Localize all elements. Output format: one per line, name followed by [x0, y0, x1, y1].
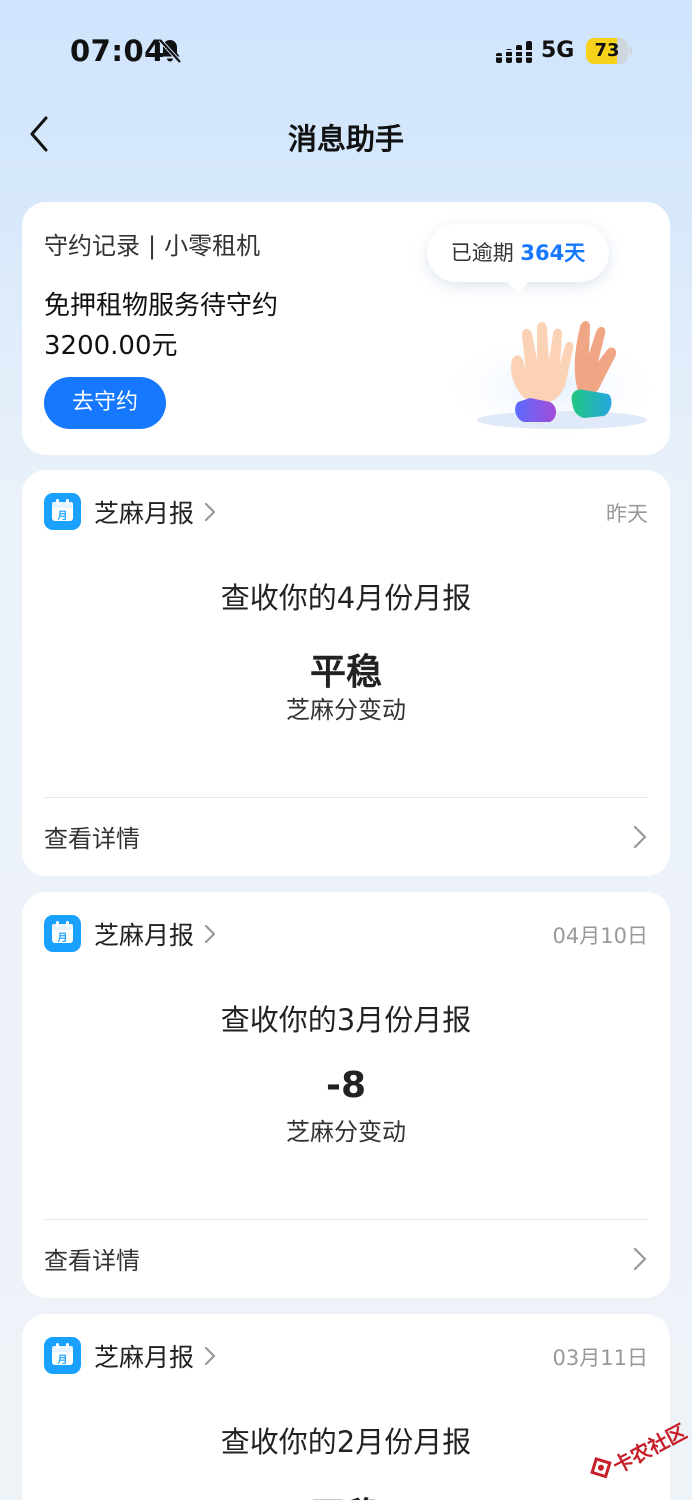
svg-text:月: 月 [57, 510, 68, 522]
report-date: 昨天 [606, 502, 648, 526]
svg-text:月: 月 [57, 1354, 68, 1366]
report-card[interactable]: 月 芝麻月报 昨天 查收你的4月份月报 平稳 芝麻分变动 查看详情 [22, 470, 670, 876]
battery-level: 73 [594, 40, 620, 61]
promise-description: 免押租物服务待守约3200.00元 [44, 291, 279, 361]
status-time: 07:04 [70, 34, 165, 68]
score-change-label: 芝麻分变动 [286, 1118, 406, 1146]
report-card[interactable]: 月 芝麻月报 04月10日 查收你的3月份月报 -8 芝麻分变动 查看详情 [22, 892, 670, 1298]
overdue-label: 已逾期 [450, 241, 514, 265]
report-header[interactable]: 月 芝麻月报 04月10日 [44, 914, 648, 954]
report-title: 查收你的2月份月报 [220, 1425, 472, 1459]
view-details-label: 查看详情 [44, 825, 140, 853]
bell-muted-icon [158, 38, 182, 64]
signal-icon [496, 41, 532, 63]
overdue-bubble: 已逾期 364天 [427, 224, 609, 293]
score-change-value: 平稳 [22, 1487, 670, 1500]
promise-record-card[interactable]: 守约记录 | 小零租机 免押租物服务待守约3200.00元 去守约 已逾期 364天 [22, 202, 670, 455]
score-change-value: -8 [326, 1065, 366, 1106]
report-title: 查收你的3月份月报 [220, 1003, 472, 1037]
network-type: 5G [541, 38, 575, 63]
calendar-icon: 月 [44, 493, 81, 530]
nav-bar: 消息助手 [0, 100, 692, 170]
calendar-icon: 月 [44, 915, 81, 952]
report-source-label[interactable]: 芝麻月报 [94, 916, 194, 952]
report-source-label[interactable]: 芝麻月报 [94, 1338, 194, 1374]
promise-header: 守约记录 | 小零租机 [44, 226, 260, 261]
view-details-link[interactable]: 查看详情 [44, 1220, 648, 1298]
calendar-icon: 月 [44, 1337, 81, 1374]
report-date: 04月10日 [552, 924, 648, 948]
report-header[interactable]: 月 芝麻月报 昨天 [44, 492, 648, 532]
header-separator: | [148, 232, 157, 260]
chevron-right-icon [204, 502, 216, 522]
high-five-hands-icon [437, 321, 652, 437]
status-bar: 07:04 5G 73 [0, 0, 692, 100]
report-header[interactable]: 月 芝麻月报 03月11日 [44, 1336, 648, 1376]
chevron-right-icon [204, 1346, 216, 1366]
report-card[interactable]: 月 芝麻月报 03月11日 查收你的2月份月报 平稳 [22, 1314, 670, 1500]
overdue-days: 364天 [520, 241, 586, 265]
view-details-link[interactable]: 查看详情 [44, 798, 648, 876]
chevron-right-icon [633, 1247, 647, 1271]
battery-indicator: 73 [586, 38, 632, 64]
report-title: 查收你的4月份月报 [220, 581, 472, 615]
chevron-right-icon [633, 825, 647, 849]
view-details-label: 查看详情 [44, 1247, 140, 1275]
score-change-value: 平稳 [309, 652, 382, 693]
page-title: 消息助手 [287, 122, 404, 156]
report-source-label[interactable]: 芝麻月报 [94, 494, 194, 530]
svg-text:月: 月 [57, 932, 68, 944]
score-change-label: 芝麻分变动 [286, 696, 406, 724]
promise-app-name: 小零租机 [164, 232, 261, 260]
promise-record-label: 守约记录 [44, 232, 140, 260]
chevron-right-icon [204, 924, 216, 944]
keep-promise-button[interactable]: 去守约 [44, 377, 166, 429]
report-date: 03月11日 [552, 1346, 648, 1370]
